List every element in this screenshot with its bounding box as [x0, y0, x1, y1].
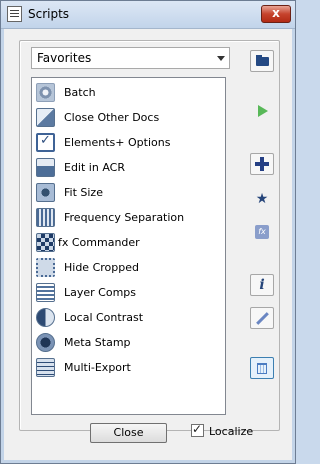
- list-item-label: Local Contrast: [64, 311, 144, 324]
- local-contrast-icon: [36, 308, 55, 327]
- close-other-docs-icon: [36, 108, 55, 127]
- info-button[interactable]: i: [250, 274, 274, 296]
- scripts-list[interactable]: Batch Close Other Docs Elements+ Options…: [31, 77, 226, 415]
- layer-comps-icon: [36, 283, 55, 302]
- list-item[interactable]: Hide Cropped: [32, 256, 225, 281]
- list-item[interactable]: Meta Stamp: [32, 331, 225, 356]
- app-icon: [7, 6, 22, 22]
- multi-export-icon: [36, 358, 55, 377]
- acr-icon: [36, 158, 55, 177]
- fx-icon: fx: [255, 225, 269, 239]
- scripts-dialog: Scripts x Favorites Batch Close Other Do…: [0, 0, 296, 464]
- list-item[interactable]: Fit Size: [32, 181, 225, 206]
- list-item[interactable]: Batch: [32, 81, 225, 106]
- meta-stamp-icon: [36, 333, 55, 352]
- list-item[interactable]: Local Contrast: [32, 306, 225, 331]
- list-item[interactable]: Multi-Export: [32, 356, 225, 381]
- list-item-label: Batch: [64, 86, 96, 99]
- fx-commander-icon: [36, 233, 55, 252]
- list-item[interactable]: Elements+ Options: [32, 131, 225, 156]
- window-title: Scripts: [28, 7, 70, 21]
- list-item-label: Edit in ACR: [64, 161, 125, 174]
- list-item-label: Meta Stamp: [64, 336, 131, 349]
- list-item-label: Close Other Docs: [64, 111, 160, 124]
- hide-cropped-icon: [36, 258, 55, 277]
- list-item-label: fx Commander: [58, 236, 140, 249]
- window-close-button[interactable]: x: [261, 5, 291, 23]
- pencil-icon: [256, 312, 269, 325]
- fit-size-icon: [36, 183, 55, 202]
- list-item[interactable]: Layer Comps: [32, 281, 225, 306]
- play-icon: [258, 105, 268, 117]
- gear-icon: [36, 83, 55, 102]
- frequency-separation-icon: [36, 208, 55, 227]
- star-icon: ★: [255, 191, 269, 207]
- info-icon: i: [259, 277, 265, 293]
- open-folder-button[interactable]: [250, 50, 274, 72]
- dialog-content: Favorites Batch Close Other Docs Element…: [5, 30, 291, 460]
- list-item[interactable]: fx Commander: [32, 231, 225, 256]
- delete-button[interactable]: [250, 357, 274, 379]
- close-button[interactable]: Close: [90, 423, 167, 443]
- list-item-label: Hide Cropped: [64, 261, 139, 274]
- trash-icon: [257, 363, 267, 374]
- list-item-label: Multi-Export: [64, 361, 131, 374]
- edit-button[interactable]: [250, 307, 274, 329]
- list-item-label: Fit Size: [64, 186, 103, 199]
- localize-label: Localize: [209, 425, 254, 438]
- list-item[interactable]: Close Other Docs: [32, 106, 225, 131]
- list-item[interactable]: Edit in ACR: [32, 156, 225, 181]
- list-item[interactable]: Frequency Separation: [32, 206, 225, 231]
- run-button[interactable]: [250, 100, 274, 122]
- fx-button[interactable]: fx: [250, 221, 274, 243]
- list-item-label: Layer Comps: [64, 286, 137, 299]
- folder-icon: [256, 55, 269, 66]
- localize-checkbox[interactable]: [191, 422, 204, 437]
- favorite-button[interactable]: ★: [250, 188, 274, 210]
- chevron-down-icon: [217, 56, 225, 61]
- category-dropdown[interactable]: Favorites: [31, 47, 230, 69]
- plus-icon: [255, 157, 269, 171]
- list-item-label: Elements+ Options: [64, 136, 171, 149]
- checkbox-options-icon: [36, 133, 55, 152]
- list-item-label: Frequency Separation: [64, 211, 185, 224]
- category-dropdown-value: Favorites: [37, 51, 92, 65]
- title-bar[interactable]: Scripts x: [1, 1, 295, 29]
- add-button[interactable]: [250, 153, 274, 175]
